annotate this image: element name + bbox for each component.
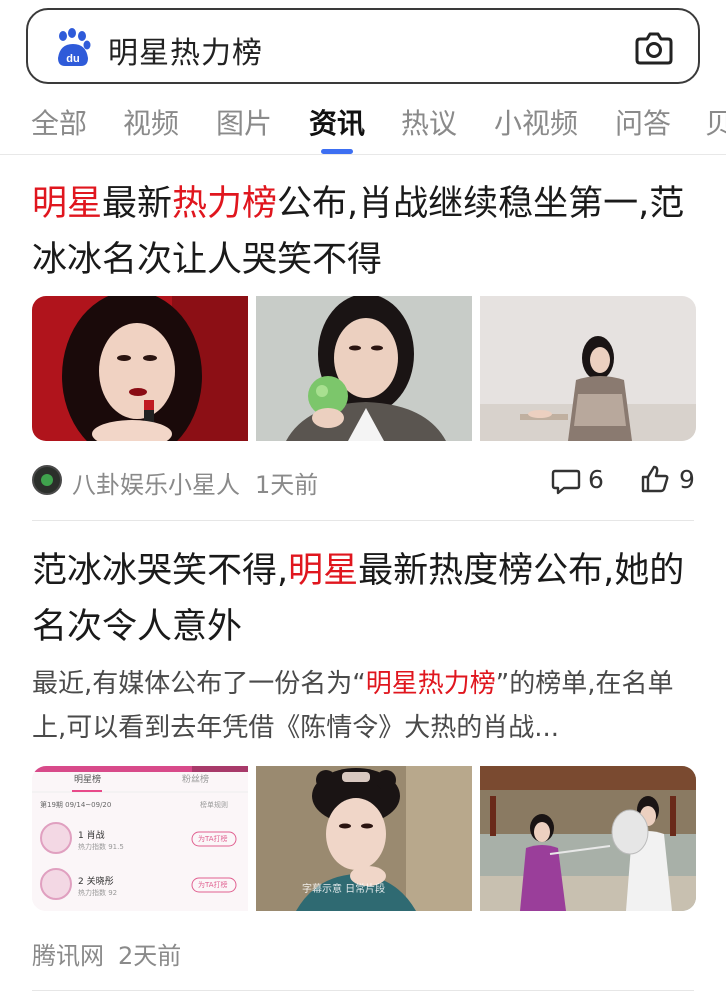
title-text: 最新 bbox=[102, 184, 173, 224]
article-thumbnail[interactable] bbox=[480, 296, 696, 441]
tab-news[interactable]: 资讯 bbox=[309, 102, 365, 142]
tabs-divider bbox=[0, 154, 726, 155]
search-bar[interactable]: du 明星热力榜 bbox=[26, 8, 700, 84]
article-title[interactable]: 范冰冰哭笑不得,明星最新热度榜公布,她的名次令人意外 bbox=[32, 543, 694, 655]
rank-heat: 热力指数 92 bbox=[78, 889, 118, 897]
article-thumbnail[interactable]: 字幕示意 日常片段 bbox=[256, 766, 472, 911]
article-title[interactable]: 明星最新热力榜公布,肖战继续稳坐第一,范冰冰名次让人哭笑不得 bbox=[32, 176, 694, 288]
highlighted-keyword: 热力榜 bbox=[172, 184, 278, 224]
article-summary[interactable]: 最近,有媒体公布了一份名为“明星热力榜”的榜单,在名单上,可以看到去年凭借《陈情… bbox=[32, 662, 694, 750]
article-source[interactable]: 腾讯网 bbox=[32, 936, 104, 971]
article-thumbnail[interactable] bbox=[32, 296, 248, 441]
rank-name: 2 关晓彤 bbox=[78, 877, 114, 887]
highlighted-keyword: 明星 bbox=[32, 184, 103, 224]
svg-text:du: du bbox=[66, 53, 79, 65]
camera-icon[interactable] bbox=[634, 30, 674, 66]
like-count: 9 bbox=[679, 465, 695, 494]
tab-images[interactable]: 图片 bbox=[216, 102, 272, 142]
source-avatar bbox=[32, 465, 62, 495]
title-text: 最近,有媒体公布了一份名为“ bbox=[32, 669, 366, 699]
article-image-row[interactable]: 明星榜 粉丝榜 第19期 09/14~09/20 榜单规则 1 肖战 热力指数 … bbox=[32, 766, 696, 911]
highlighted-keyword: 明星热力榜 bbox=[365, 669, 496, 699]
vote-button: 为TA打榜 bbox=[198, 881, 228, 889]
article-time: 2天前 bbox=[118, 942, 182, 970]
chart-rule: 榜单规则 bbox=[200, 801, 228, 809]
chart-tab-fans: 粉丝榜 bbox=[182, 775, 210, 785]
tab-video[interactable]: 视频 bbox=[123, 102, 179, 142]
comment-icon[interactable] bbox=[551, 466, 581, 496]
article-thumbnail[interactable] bbox=[480, 766, 696, 911]
article-thumbnail[interactable] bbox=[256, 296, 472, 441]
tab-bar: 全部 视频 图片 资讯 热议 小视频 问答 贝 bbox=[0, 92, 726, 154]
thumbs-up-icon[interactable] bbox=[640, 464, 670, 494]
tab-discussion[interactable]: 热议 bbox=[401, 102, 457, 142]
rank-name: 1 肖战 bbox=[78, 831, 105, 841]
article-image-row[interactable] bbox=[32, 296, 696, 441]
title-text: 范冰冰哭笑不得, bbox=[32, 551, 289, 591]
chart-period: 第19期 09/14~09/20 bbox=[40, 801, 112, 809]
comment-count: 6 bbox=[588, 465, 604, 494]
article-source[interactable]: 八卦娱乐小星人 bbox=[72, 465, 240, 500]
article-time: 1天前 bbox=[255, 471, 319, 499]
highlighted-keyword: 明星 bbox=[288, 551, 359, 591]
tab-more[interactable]: 贝 bbox=[705, 102, 726, 142]
article-thumbnail[interactable]: 明星榜 粉丝榜 第19期 09/14~09/20 榜单规则 1 肖战 热力指数 … bbox=[32, 766, 248, 911]
tab-all[interactable]: 全部 bbox=[31, 102, 87, 142]
baidu-paw-icon: du bbox=[58, 28, 91, 66]
rank-heat: 热力指数 91.5 bbox=[78, 843, 124, 851]
article-divider bbox=[32, 990, 694, 991]
chart-tab-stars: 明星榜 bbox=[74, 775, 102, 785]
video-subtitle: 字幕示意 日常片段 bbox=[302, 884, 386, 895]
article-divider bbox=[32, 520, 694, 521]
tab-qa[interactable]: 问答 bbox=[615, 102, 671, 142]
vote-button: 为TA打榜 bbox=[198, 835, 228, 843]
search-input[interactable]: 明星热力榜 bbox=[108, 28, 263, 72]
tab-short-video[interactable]: 小视频 bbox=[494, 102, 578, 142]
